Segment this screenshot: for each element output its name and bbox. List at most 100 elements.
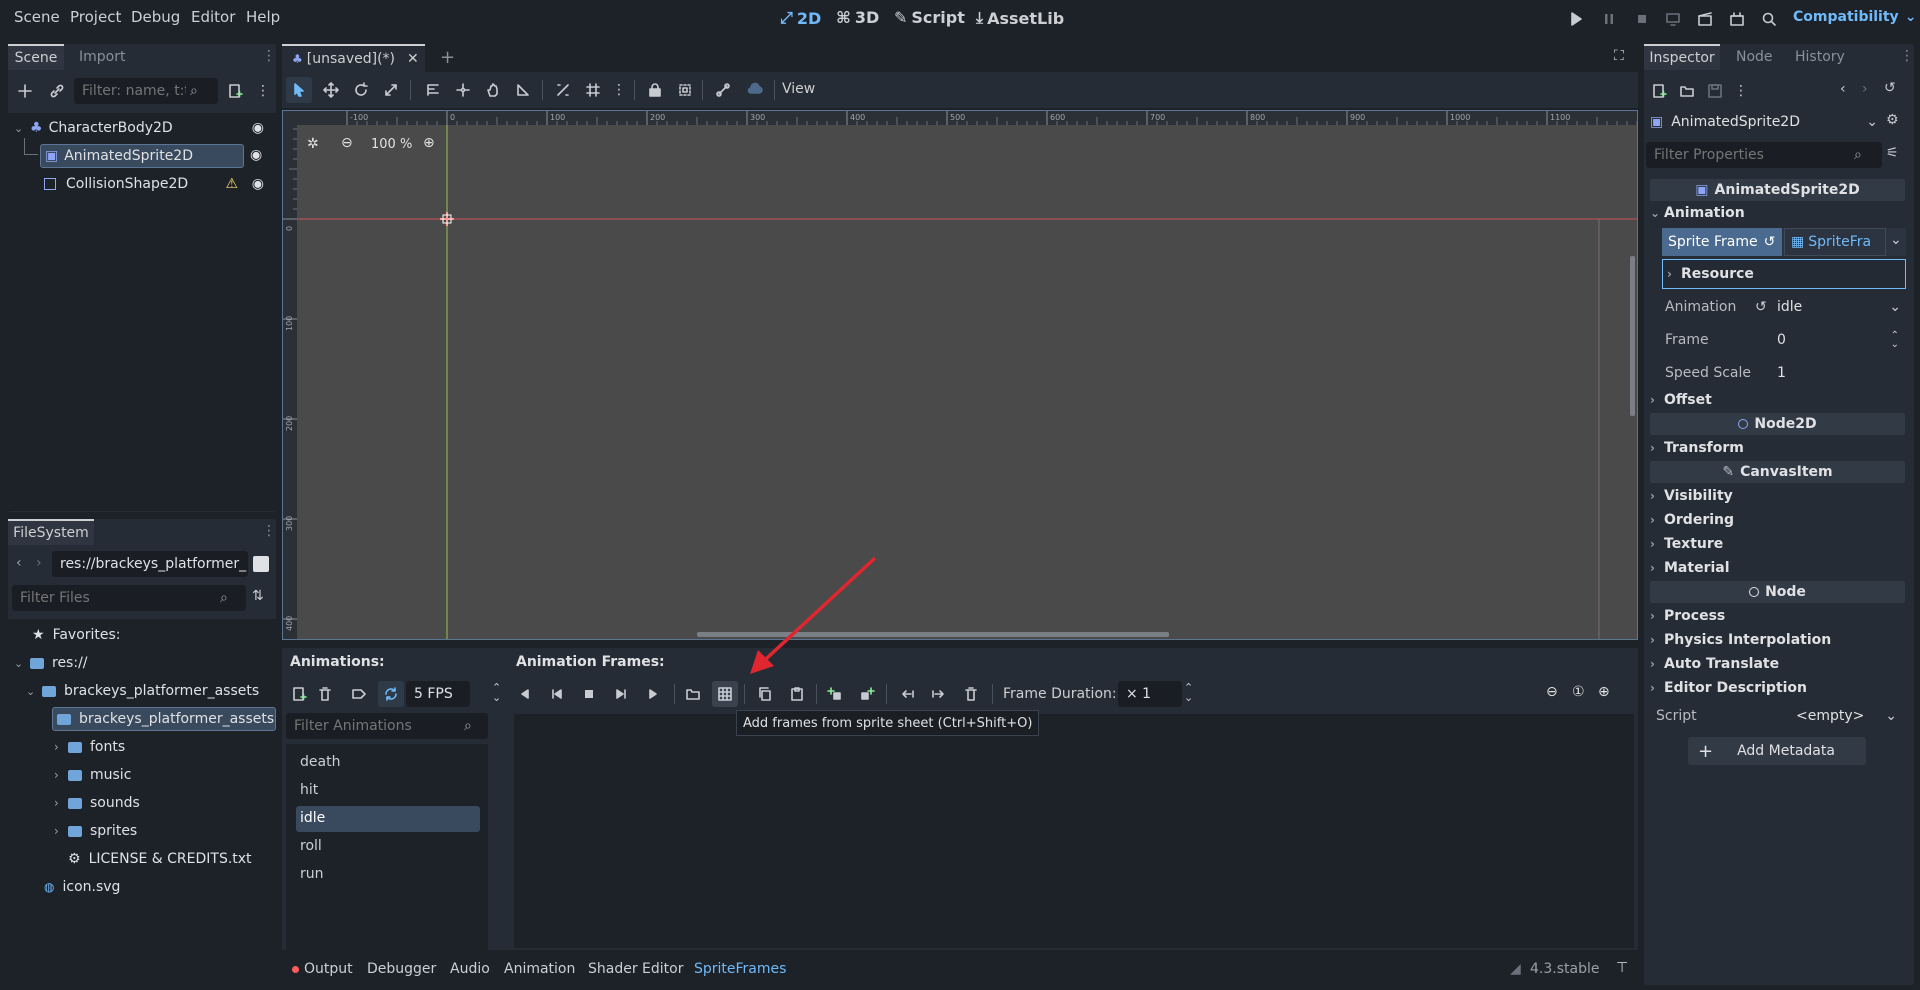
section-material[interactable]: › Material [1650, 557, 1905, 579]
section-editor-description[interactable]: › Editor Description [1650, 677, 1905, 699]
tab-inspector[interactable]: Inspector [1644, 44, 1720, 70]
load-resource-button[interactable] [1674, 78, 1700, 104]
play-backwards-from-end-button[interactable] [512, 681, 538, 707]
new-animation-button[interactable] [286, 681, 312, 707]
warning-icon[interactable]: ⚠ [225, 176, 238, 192]
zoom-reset-icon[interactable]: ① [1572, 684, 1585, 700]
property-options-icon[interactable]: ⚟ [1886, 145, 1899, 161]
loop-button[interactable] [378, 681, 404, 707]
favorites-item[interactable]: ★ Favorites: [32, 623, 121, 647]
section-physics-interpolation[interactable]: › Physics Interpolation [1650, 629, 1905, 651]
sprite-frames-resource-button[interactable]: ▦ SpriteFra [1784, 228, 1886, 256]
stop-button[interactable] [1629, 6, 1655, 32]
insert-frame-before-button[interactable] [822, 681, 848, 707]
group-button[interactable] [672, 77, 698, 103]
panel-layout-icon[interactable]: ⊤ [1616, 960, 1628, 976]
move-tool-button[interactable] [318, 77, 344, 103]
move-frame-left-button[interactable] [894, 681, 920, 707]
tab-node[interactable]: Node [1736, 49, 1773, 65]
spinner-icon[interactable]: ⌃ ⌄ [492, 682, 501, 703]
center-view-icon[interactable]: ✲ [307, 136, 319, 152]
forward-arrow-icon[interactable]: › [36, 555, 42, 571]
pivot-tool-button[interactable] [450, 77, 476, 103]
menu-scene[interactable]: Scene [14, 8, 60, 26]
folder-sprites[interactable]: › sprites [54, 819, 137, 843]
back-arrow-icon[interactable]: ‹ [16, 555, 22, 571]
visibility-eye-icon[interactable]: ◉ [252, 176, 264, 192]
tab-animation[interactable]: Animation [504, 961, 575, 977]
move-frame-right-button[interactable] [926, 681, 952, 707]
save-resource-button[interactable] [1702, 78, 1728, 104]
tab-import[interactable]: Import [79, 49, 125, 65]
grid-snap-button[interactable] [580, 77, 606, 103]
property-filter-field[interactable]: ⌕ [1646, 142, 1882, 168]
dock-menu-icon[interactable]: ⋮ [1900, 48, 1914, 64]
scene-filter-field[interactable]: ⌕ [74, 78, 218, 104]
file-license[interactable]: ⚙ LICENSE & CREDITS.txt [68, 847, 252, 871]
visibility-eye-icon[interactable]: ◉ [250, 147, 262, 163]
history-forward-icon[interactable]: › [1862, 81, 1868, 97]
play-custom-scene-button[interactable] [1724, 6, 1750, 32]
animation-filter-field[interactable]: ⌕ [286, 713, 488, 739]
tree-item-characterbody2d[interactable]: ⌄ ♣ CharacterBody2D ◉ [14, 116, 270, 140]
scene-filter-input[interactable] [82, 83, 186, 99]
pan-tool-button[interactable] [480, 77, 506, 103]
tab-shader-editor[interactable]: Shader Editor [588, 961, 683, 977]
insert-frame-after-button[interactable] [854, 681, 880, 707]
object-selector[interactable]: ▣ AnimatedSprite2D ⌄ [1650, 109, 1882, 135]
animation-item-roll[interactable]: roll [296, 834, 480, 860]
tab-history[interactable]: History [1795, 49, 1845, 65]
viewport[interactable]: -100 0 100 200 300 400 500 600 700 800 900 1000 1100… [282, 110, 1638, 640]
skeleton-button[interactable] [710, 77, 736, 103]
add-node-button[interactable] [12, 78, 38, 104]
section-offset[interactable]: › Offset [1650, 389, 1905, 411]
add-frames-from-sprite-sheet-button[interactable] [712, 681, 738, 707]
paste-frame-button[interactable] [784, 681, 810, 707]
spinner-icon[interactable]: ⌃ ⌄ [1891, 331, 1899, 350]
resource-subsection[interactable]: › Resource [1662, 259, 1906, 289]
movie-maker-button[interactable] [1756, 6, 1782, 32]
add-tab-icon[interactable]: + [440, 47, 455, 68]
file-icon-svg[interactable]: ◍ icon.svg [44, 875, 120, 899]
sprite-frames-label-box[interactable]: Sprite Frame ↺ [1662, 228, 1782, 256]
menu-debug[interactable]: Debug [131, 8, 180, 26]
path-field[interactable]: res://brackeys_platformer_ [52, 551, 248, 577]
frame-spinbox[interactable]: 0 [1777, 332, 1891, 348]
revert-icon[interactable]: ↺ [1755, 299, 1777, 315]
section-auto-translate[interactable]: › Auto Translate [1650, 653, 1905, 675]
attach-script-button[interactable] [222, 78, 248, 104]
delete-animation-button[interactable] [312, 681, 338, 707]
chevron-down-icon[interactable]: ⌄ [1885, 708, 1897, 724]
new-resource-button[interactable] [1646, 78, 1672, 104]
scale-tool-button[interactable] [378, 77, 404, 103]
v-scrollbar[interactable] [1630, 256, 1635, 416]
rotate-tool-button[interactable] [348, 77, 374, 103]
toggle-split-button[interactable] [253, 556, 269, 572]
view-menu[interactable]: View [782, 81, 815, 97]
smart-snap-button[interactable] [550, 77, 576, 103]
tab-audio[interactable]: Audio [450, 961, 490, 977]
chevron-down-icon[interactable]: ⌄ [1889, 299, 1901, 315]
menu-editor[interactable]: Editor [191, 8, 235, 26]
add-frame-from-file-button[interactable] [680, 681, 706, 707]
property-filter-input[interactable] [1654, 147, 1854, 163]
stop-animation-button[interactable] [576, 681, 602, 707]
animation-item-run[interactable]: run [296, 862, 480, 888]
tilemap-button[interactable] [742, 77, 768, 103]
section-visibility[interactable]: › Visibility [1650, 485, 1905, 507]
folder-res[interactable]: ⌄ res:// [14, 651, 88, 675]
play-animation-button[interactable] [640, 681, 666, 707]
chevron-down-icon[interactable]: ⌄ [1890, 232, 1902, 248]
dock-menu-icon[interactable]: ⋮ [262, 523, 276, 539]
folder-brackeys-assets-inner[interactable]: brackeys_platformer_assets [52, 707, 276, 731]
play-backwards-button[interactable] [544, 681, 570, 707]
folder-music[interactable]: › music [54, 763, 131, 787]
tree-item-collisionshape2d[interactable]: CollisionShape2D ⚠ ◉ [44, 172, 270, 196]
file-filter-input[interactable] [20, 590, 216, 606]
instance-scene-button[interactable] [44, 78, 70, 104]
tab-output[interactable]: Output [304, 961, 353, 977]
tab-debugger[interactable]: Debugger [367, 961, 436, 977]
mode-script-button[interactable]: ✎ Script [894, 8, 965, 27]
spinner-icon[interactable]: ⌃ ⌄ [1184, 682, 1193, 703]
measure-tool-button[interactable] [510, 77, 536, 103]
